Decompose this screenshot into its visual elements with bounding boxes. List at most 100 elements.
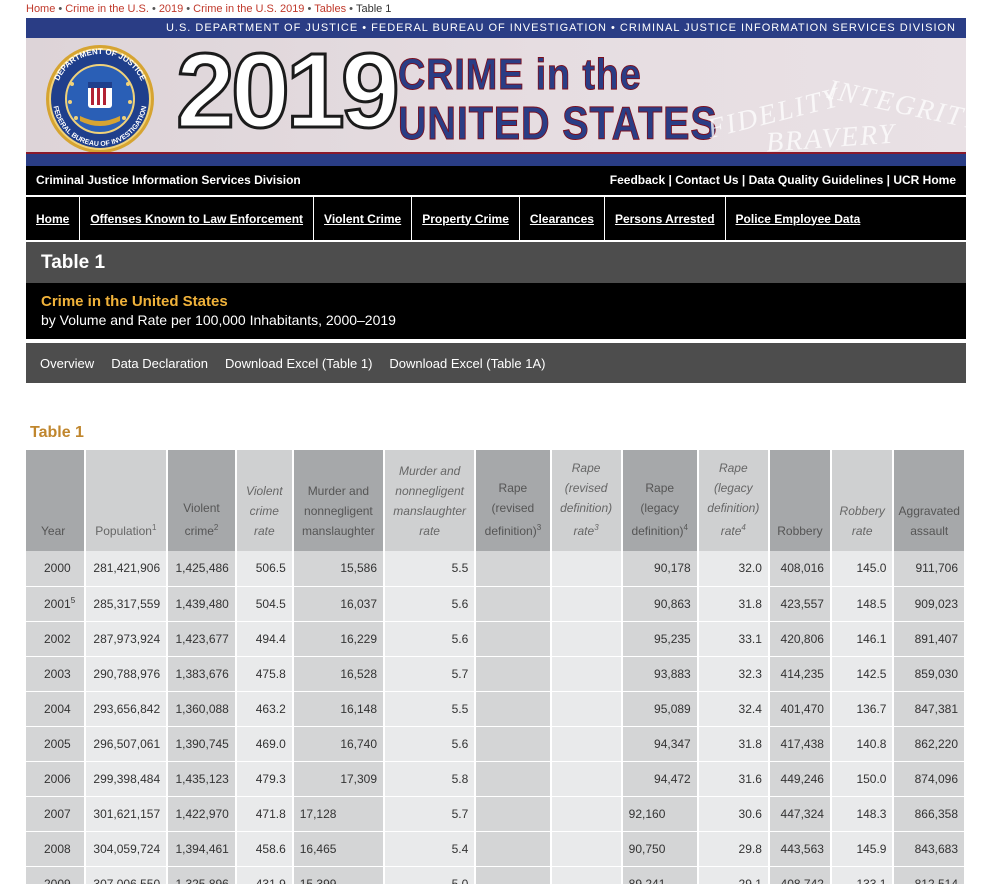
table-cell: 16,528 (292, 656, 386, 692)
year-cell: 2005 (26, 726, 86, 762)
subnav-data-declaration[interactable]: Data Declaration (111, 356, 208, 371)
ucr-home-link[interactable]: UCR Home (893, 173, 956, 187)
table-cell: 5.7 (384, 796, 477, 832)
table-cell: 148.5 (830, 586, 895, 622)
table-cell: 5.0 (384, 866, 477, 884)
main-nav: Home Offenses Known to Law Enforcement V… (26, 197, 966, 240)
table-cell: 5.5 (384, 691, 477, 727)
table-cell: 29.1 (697, 866, 770, 884)
column-header-label: Year (41, 524, 66, 538)
table-header-row: Year Population1 Violent crime2 Violent cri… (26, 450, 966, 551)
table-cell: 32.3 (697, 656, 770, 692)
nav-item-persons-arrested[interactable]: Persons Arrested (605, 197, 726, 240)
feedback-link[interactable]: Feedback (610, 173, 665, 187)
table-cell: 90,750 (621, 831, 699, 867)
column-header: Robbery (768, 450, 832, 551)
nav-item-offenses[interactable]: Offenses Known to Law Enforcement (80, 197, 315, 240)
table-row: 2002 287,973,924 1,423,677 494.4 16,229 5.6 95… (26, 621, 966, 657)
table-cell (475, 621, 552, 657)
breadcrumb-crime-in-us[interactable]: Crime in the U.S. (65, 3, 149, 15)
subnav-download-excel-table-1a[interactable]: Download Excel (Table 1A) (389, 356, 545, 371)
table-cell: 1,439,480 (167, 586, 237, 622)
table-cell (550, 796, 623, 832)
table-cell: 909,023 (893, 586, 966, 622)
table-cell (550, 761, 623, 797)
column-header: Murder and nonnegligent manslaughter (292, 450, 386, 551)
table-cell: 90,863 (621, 586, 699, 622)
table-cell: 293,656,842 (84, 691, 169, 727)
data-table-container[interactable]: Year Population1 Violent crime2 Violent cri… (26, 450, 966, 884)
table-cell: 94,347 (621, 726, 699, 762)
data-quality-guidelines-link[interactable]: Data Quality Guidelines (749, 173, 884, 187)
column-header-label: Murder and nonnegligent manslaughter rat… (393, 464, 466, 538)
table-subnav: Overview Data Declaration Download Excel… (26, 343, 966, 383)
column-header: Robbery rate (830, 450, 895, 551)
breadcrumb-separator: • (58, 3, 63, 15)
site-banner[interactable]: U.S. DEPARTMENT OF JUSTICE • FEDERAL BUR… (26, 18, 966, 166)
table-cell: 414,235 (768, 656, 832, 692)
column-header-label: Robbery (777, 524, 823, 538)
table-cell: 847,381 (893, 691, 966, 727)
breadcrumb-2019[interactable]: 2019 (159, 3, 183, 15)
table-cell (550, 656, 623, 692)
table-cell: 145.9 (830, 831, 895, 867)
footnote-marker: 3 (536, 523, 542, 532)
column-header: Violent crime rate (235, 450, 294, 551)
cjis-bar: Criminal Justice Information Services Di… (26, 166, 966, 195)
table-cell: 1,423,677 (167, 621, 237, 657)
year-cell: 2006 (26, 761, 86, 797)
table-cell: 1,360,088 (167, 691, 237, 727)
table-row: 2008 304,059,724 1,394,461 458.6 16,465 5.4 90… (26, 831, 966, 867)
table-cell: 401,470 (768, 691, 832, 727)
table-cell (550, 621, 623, 657)
table-cell: 146.1 (830, 621, 895, 657)
breadcrumb-crime-us-2019[interactable]: Crime in the U.S. 2019 (193, 3, 304, 15)
subnav-download-excel-table-1[interactable]: Download Excel (Table 1) (225, 356, 372, 371)
table-cell: 1,325,896 (167, 866, 237, 884)
year-cell: 2008 (26, 831, 86, 867)
fbi-seal-logo: DEPARTMENT OF JUSTICE FEDERAL BUREAU OF … (46, 45, 154, 153)
table-row: 2007 301,621,157 1,422,970 471.8 17,128 5.7 92… (26, 796, 966, 832)
column-header-label: Rape (revised definition) (484, 481, 537, 538)
table-cell (475, 761, 552, 797)
table-row: 2003 290,788,976 1,383,676 475.8 16,528 5.7 93… (26, 656, 966, 692)
nav-item-violent-crime[interactable]: Violent Crime (314, 197, 413, 240)
table-cell: 281,421,906 (84, 551, 169, 587)
table-cell: 16,037 (292, 586, 386, 622)
table-cell: 30.6 (697, 796, 770, 832)
column-header: Rape (revised definition) rate3 (550, 450, 623, 551)
nav-item-police-employee-data[interactable]: Police Employee Data (726, 197, 871, 240)
table-cell (550, 551, 623, 587)
table-cell: 136.7 (830, 691, 895, 727)
table-cell: 92,160 (621, 796, 699, 832)
table-cell: 458.6 (235, 831, 294, 867)
banner-year: 2019 (175, 32, 402, 150)
breadcrumb-tables[interactable]: Tables (314, 3, 346, 15)
table-cell: 5.8 (384, 761, 477, 797)
table-cell: 29.8 (697, 831, 770, 867)
column-header: Violent crime2 (167, 450, 237, 551)
contact-us-link[interactable]: Contact Us (675, 173, 738, 187)
nav-item-clearances[interactable]: Clearances (520, 197, 605, 240)
table-cell: 32.4 (697, 691, 770, 727)
table-cell: 301,621,157 (84, 796, 169, 832)
nav-item-home[interactable]: Home (26, 197, 81, 240)
table-cell: 16,740 (292, 726, 386, 762)
footnote-marker: 2 (213, 523, 219, 532)
table-cell: 1,422,970 (167, 796, 237, 832)
footnote-marker: 5 (70, 596, 76, 605)
nav-item-property-crime[interactable]: Property Crime (412, 197, 520, 240)
year-value: 2004 (44, 701, 71, 716)
table-cell: 866,358 (893, 796, 966, 832)
table-cell: 15,399 (292, 866, 386, 884)
subnav-overview[interactable]: Overview (40, 356, 94, 371)
table-cell: 16,465 (292, 831, 386, 867)
table-subtitle: by Volume and Rate per 100,000 Inhabitan… (41, 312, 396, 328)
year-cell: 2003 (26, 656, 86, 692)
table-cell (475, 551, 552, 587)
breadcrumb-home[interactable]: Home (26, 3, 55, 15)
table-cell: 287,973,924 (84, 621, 169, 657)
table-cell (550, 726, 623, 762)
table-cell: 33.1 (697, 621, 770, 657)
page-heading: Table 1 (26, 242, 966, 283)
